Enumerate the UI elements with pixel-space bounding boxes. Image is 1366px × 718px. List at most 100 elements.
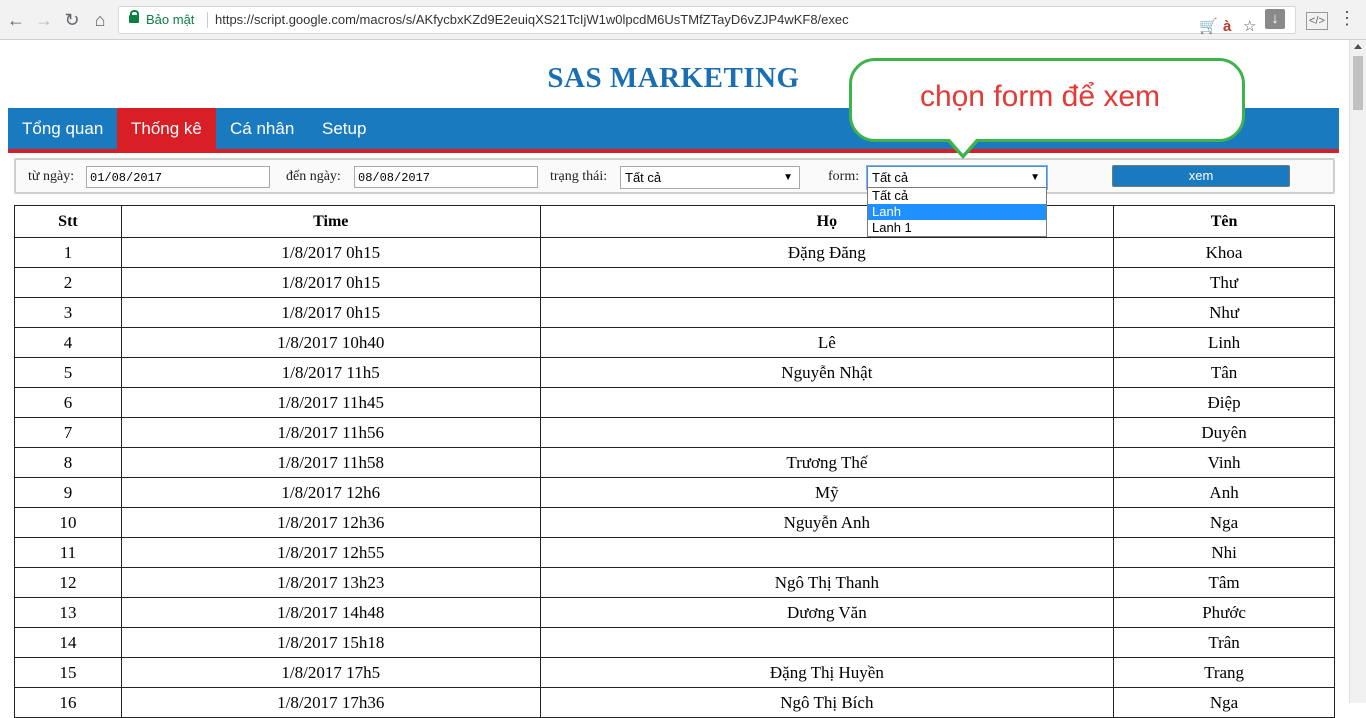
cell-ten: Như [1113, 297, 1335, 328]
form-option-tat-ca[interactable]: Tất cả [868, 188, 1046, 204]
cell-ten: Nga [1113, 507, 1335, 538]
cell-ten: Khoa [1113, 237, 1335, 268]
bookmark-star-icon[interactable]: ☆ [1243, 19, 1256, 35]
back-arrow-icon[interactable]: ← [6, 10, 26, 30]
table-row: 15 1/8/2017 17h5 Đặng Thị Huyền Trang [14, 657, 1335, 688]
to-date-input[interactable]: 08/08/2017 [354, 166, 538, 188]
cell-ten: Nhi [1113, 537, 1335, 568]
omnibox-divider [207, 12, 208, 28]
secure-label: Bảo mật [146, 12, 195, 27]
cell-time: 1/8/2017 0h15 [120, 297, 541, 328]
cell-time: 1/8/2017 17h5 [120, 657, 541, 688]
cell-ten: Trân [1113, 627, 1335, 658]
table-row: 13 1/8/2017 14h48 Dương Văn Phước [14, 597, 1335, 628]
cell-stt: 11 [14, 537, 122, 568]
cell-ho: Trương Thế [539, 447, 1115, 478]
table-row: 8 1/8/2017 11h58 Trương Thế Vinh [14, 447, 1335, 478]
cell-time: 1/8/2017 0h15 [120, 267, 541, 298]
cell-ho: Mỹ [539, 477, 1115, 508]
reload-icon[interactable]: ↻ [62, 10, 82, 30]
cell-stt: 12 [14, 567, 122, 598]
form-option-lanh[interactable]: Lanh [868, 204, 1046, 220]
cell-ho: Lê [539, 327, 1115, 358]
table-row: 12 1/8/2017 13h23 Ngô Thị Thanh Tâm [14, 567, 1335, 598]
cell-ho: Nguyễn Nhật [539, 357, 1115, 388]
translate-extension-icon[interactable]: à [1223, 19, 1231, 35]
menu-kebab-icon[interactable]: ⋮ [1338, 9, 1356, 27]
chevron-down-icon: ▼ [1030, 172, 1040, 183]
table-row: 4 1/8/2017 10h40 Lê Linh [14, 327, 1335, 358]
home-icon[interactable]: ⌂ [90, 10, 110, 30]
table-row: 10 1/8/2017 12h36 Nguyễn Anh Nga [14, 507, 1335, 538]
scroll-up-icon[interactable] [1354, 44, 1362, 49]
cell-ho: Nguyễn Anh [539, 507, 1115, 538]
browser-toolbar: ← → ↻ ⌂ Bảo mật https://script.google.co… [0, 0, 1366, 40]
table-header-row: Stt Time Họ Tên [14, 205, 1335, 238]
cell-ten: Linh [1113, 327, 1335, 358]
header-ten: Tên [1113, 205, 1335, 238]
form-select[interactable]: Tất cả ▼ [867, 166, 1047, 189]
cell-stt: 13 [14, 597, 122, 628]
table-row: 5 1/8/2017 11h5 Nguyễn Nhật Tân [14, 357, 1335, 388]
menu-item-tong-quan[interactable]: Tổng quan [8, 108, 117, 149]
header-stt: Stt [14, 205, 122, 238]
cell-ho: Đặng Đăng [539, 237, 1115, 268]
cell-time: 1/8/2017 12h55 [120, 537, 541, 568]
status-select[interactable]: Tất cả ▼ [620, 166, 800, 189]
cell-ho [539, 417, 1115, 448]
cell-time: 1/8/2017 11h5 [120, 357, 541, 388]
cell-stt: 4 [14, 327, 122, 358]
to-date-label: đến ngày: [286, 169, 341, 184]
from-date-input[interactable]: 01/08/2017 [86, 166, 270, 188]
table-row: 11 1/8/2017 12h55 Nhi [14, 537, 1335, 568]
cell-time: 1/8/2017 11h45 [120, 387, 541, 418]
cell-stt: 2 [14, 267, 122, 298]
table-row: 3 1/8/2017 0h15 Như [14, 297, 1335, 328]
scrollbar-thumb[interactable] [1353, 56, 1363, 110]
cell-stt: 5 [14, 357, 122, 388]
cell-stt: 9 [14, 477, 122, 508]
cart-extension-icon[interactable]: 🛒 [1199, 19, 1218, 35]
cell-ten: Duyên [1113, 417, 1335, 448]
cell-ho: Đặng Thị Huyền [539, 657, 1115, 688]
cell-ten: Trang [1113, 657, 1335, 688]
cell-ten: Anh [1113, 477, 1335, 508]
cell-time: 1/8/2017 10h40 [120, 327, 541, 358]
form-option-lanh-1[interactable]: Lanh 1 [868, 220, 1046, 236]
table-row: 6 1/8/2017 11h45 Điệp [14, 387, 1335, 418]
cell-time: 1/8/2017 11h56 [120, 417, 541, 448]
form-dropdown-list: Tất cả Lanh Lanh 1 [867, 187, 1047, 237]
table-body: 1 1/8/2017 0h15 Đặng Đăng Khoa 2 1/8/2017 0h1… [14, 237, 1335, 718]
vertical-scrollbar[interactable] [1349, 40, 1366, 703]
devtools-extension-icon[interactable]: </> [1306, 12, 1328, 30]
cell-stt: 10 [14, 507, 122, 538]
cell-ho [539, 297, 1115, 328]
cell-time: 1/8/2017 12h36 [120, 507, 541, 538]
header-time: Time [120, 205, 541, 238]
menu-item-ca-nhan[interactable]: Cá nhân [216, 108, 308, 149]
cell-ho: Ngô Thị Thanh [539, 567, 1115, 598]
annotation-callout: chọn form để xem [849, 58, 1247, 159]
cell-time: 1/8/2017 13h23 [120, 567, 541, 598]
menu-item-thong-ke[interactable]: Thống kê [117, 108, 216, 149]
cell-ten: Tân [1113, 357, 1335, 388]
address-bar[interactable]: Bảo mật https://script.google.com/macros… [118, 6, 1296, 35]
cell-ten: Tâm [1113, 567, 1335, 598]
table-row: 9 1/8/2017 12h6 Mỹ Anh [14, 477, 1335, 508]
cell-ho [539, 537, 1115, 568]
cell-ho [539, 267, 1115, 298]
filter-bar: từ ngày: 01/08/2017 đến ngày: 08/08/2017… [14, 158, 1335, 194]
cell-stt: 1 [14, 237, 122, 268]
table-row: 14 1/8/2017 15h18 Trân [14, 627, 1335, 658]
cell-stt: 15 [14, 657, 122, 688]
cell-time: 1/8/2017 15h18 [120, 627, 541, 658]
view-button[interactable]: xem [1112, 165, 1290, 187]
table-row: 2 1/8/2017 0h15 Thư [14, 267, 1335, 298]
forward-arrow-icon[interactable]: → [34, 10, 54, 30]
cell-ho [539, 627, 1115, 658]
menu-item-setup[interactable]: Setup [308, 108, 380, 149]
download-extension-icon[interactable]: ↓ [1265, 9, 1285, 29]
url-text[interactable]: https://script.google.com/macros/s/AKfyc… [215, 12, 849, 27]
cell-ten: Điệp [1113, 387, 1335, 418]
callout-text: chọn form để xem [919, 80, 1161, 113]
